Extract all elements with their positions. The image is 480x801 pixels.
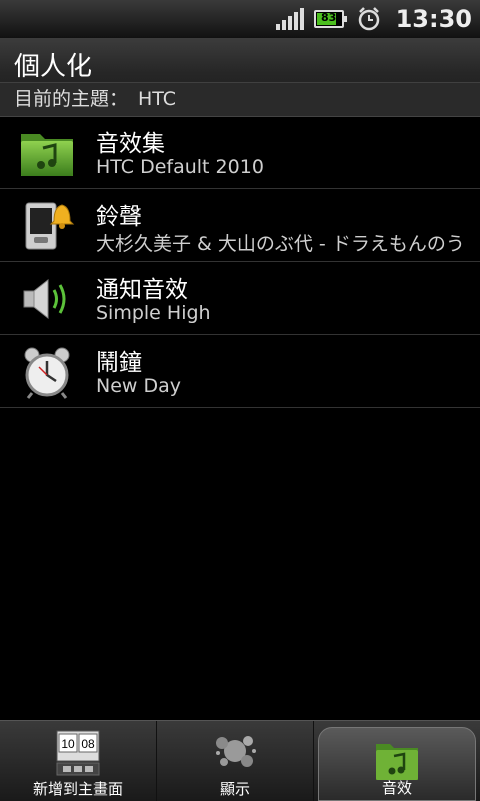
tab-label: 音效 [381,779,412,797]
sound-settings-list: 音效集 HTC Default 2010 鈴聲 大杉久美子 & 大山のぶ代 - … [0,116,480,408]
list-item-subtitle: HTC Default 2010 [96,156,264,178]
current-theme-value: HTC [138,88,177,110]
display-splash-icon [216,736,256,767]
list-item-subtitle: New Day [96,375,181,397]
ringtone-phone-icon [25,202,75,250]
svg-text:08: 08 [81,737,95,751]
list-item-ringtone[interactable]: 鈴聲 大杉久美子 & 大山のぶ代 - ドラえもんのう [0,189,480,262]
list-item-title: 通知音效 [96,277,188,303]
list-item-title: 音效集 [96,131,165,157]
status-bar: 83 13:30 [0,0,480,38]
tab-add-to-home[interactable]: 10 08 新增到主畫面 [0,721,157,801]
sound-set-folder-icon [21,134,73,176]
notification-speaker-icon [23,278,66,320]
battery-icon: 83 [313,10,347,28]
header: 個人化 目前的主題： HTC [0,38,480,117]
home-widget-icon: 10 08 [56,730,100,776]
list-item-notification-sound[interactable]: 通知音效 Simple High [0,262,480,335]
bottom-tab-bar: 10 08 新增到主畫面 顯示 音效 [0,720,480,801]
list-item-title: 鈴聲 [96,204,142,230]
tab-sound[interactable]: 音效 [318,727,476,801]
list-item-title: 鬧鐘 [96,350,142,376]
battery-level-text: 83 [320,11,337,24]
current-theme-bar: 目前的主題： HTC [0,82,480,116]
svg-text:10: 10 [61,737,75,751]
alarm-icon [358,7,379,31]
current-theme-label: 目前的主題： [14,88,129,110]
signal-icon [275,8,304,30]
tab-display[interactable]: 顯示 [157,721,314,801]
tab-label: 新增到主畫面 [32,780,123,798]
list-item-sound-set[interactable]: 音效集 HTC Default 2010 [0,116,480,189]
status-clock: 13:30 [395,5,472,33]
list-item-subtitle: 大杉久美子 & 大山のぶ代 - ドラえもんのう [96,233,465,255]
alarm-clock-icon [24,347,70,399]
page-title: 個人化 [14,52,93,82]
list-item-subtitle: Simple High [96,302,211,324]
tab-label: 顯示 [219,780,250,798]
list-item-alarm[interactable]: 鬧鐘 New Day [0,335,480,408]
